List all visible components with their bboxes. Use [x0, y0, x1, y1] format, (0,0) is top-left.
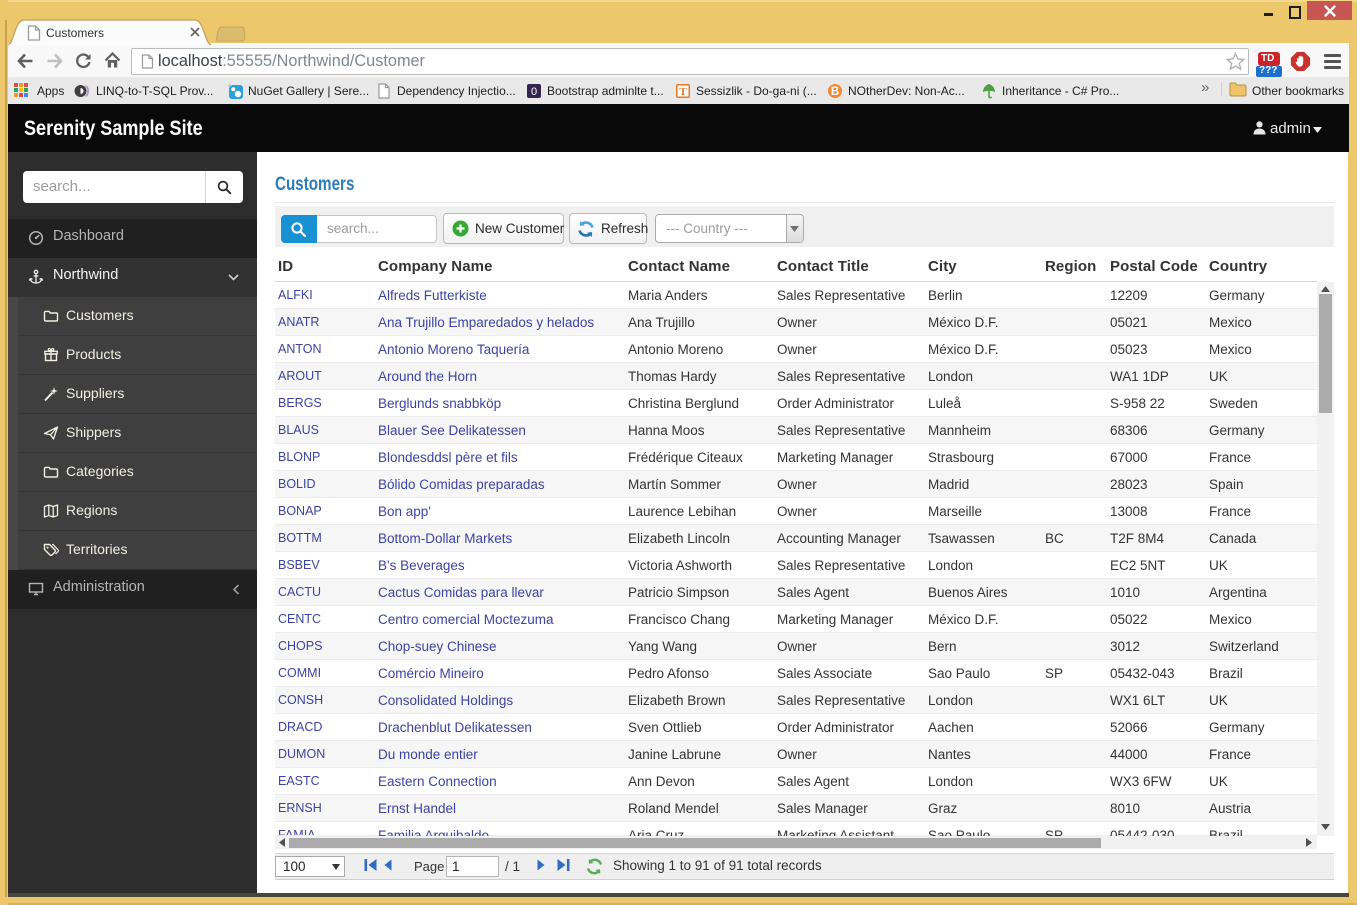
svg-text:0: 0 [531, 86, 537, 98]
svg-text:B: B [831, 86, 839, 98]
svg-text:T: T [679, 86, 687, 98]
